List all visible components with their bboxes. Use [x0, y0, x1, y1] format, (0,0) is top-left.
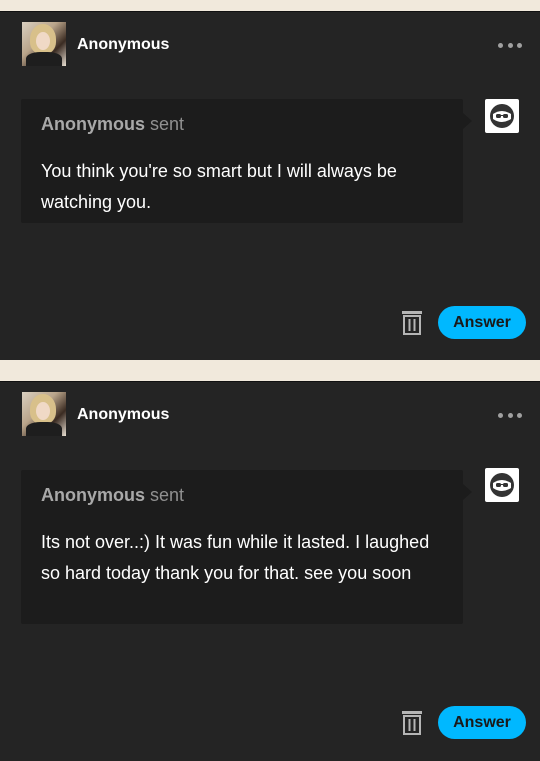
post-username[interactable]: Anonymous [77, 36, 169, 54]
sender-name: Anonymous [41, 485, 146, 505]
avatar[interactable] [22, 392, 66, 436]
more-options-icon[interactable] [498, 412, 522, 418]
sent-label: sent [150, 114, 185, 134]
answer-button[interactable]: Answer [438, 306, 526, 339]
answer-button[interactable]: Answer [438, 706, 526, 739]
sent-label: sent [150, 485, 185, 505]
delete-trash-icon[interactable] [401, 709, 423, 735]
avatar[interactable] [22, 22, 66, 66]
ask-bubble: Anonymous sent Its not over..:) It was f… [21, 470, 472, 624]
ask-message: You think you're so smart but I will alw… [41, 161, 397, 212]
sender-line: Anonymous sent [41, 485, 184, 506]
ask-post-card: Anonymous Anonymous sent You think you'r… [0, 11, 540, 360]
delete-trash-icon[interactable] [401, 309, 423, 335]
more-options-icon[interactable] [498, 42, 522, 48]
anonymous-sunglasses-icon [485, 468, 519, 502]
ask-message: Its not over..:) It was fun while it las… [41, 532, 430, 583]
anonymous-sunglasses-icon [485, 99, 519, 133]
ask-bubble: Anonymous sent You think you're so smart… [21, 99, 472, 223]
post-username[interactable]: Anonymous [77, 406, 169, 424]
ask-post-card: Anonymous Anonymous sent Its not over..:… [0, 381, 540, 761]
sender-name: Anonymous [41, 114, 146, 134]
sender-line: Anonymous sent [41, 114, 184, 135]
